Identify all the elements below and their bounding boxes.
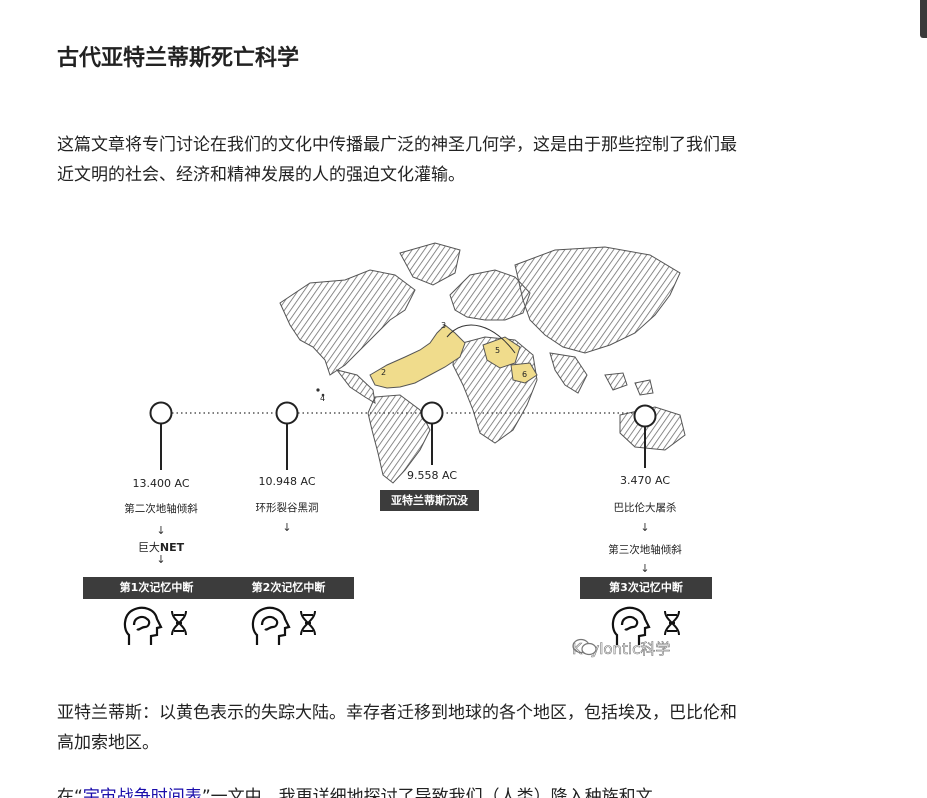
timeline-node-2 bbox=[275, 401, 299, 425]
timeline-node-3 bbox=[420, 401, 444, 425]
memory-break-bar-3: 第3次记忆中断 bbox=[580, 577, 712, 599]
next-paragraph-suffix: ”一文中，我更详细地探讨了导致我们（人类）降入种族和文 bbox=[201, 787, 653, 798]
head-brain-icon bbox=[123, 606, 163, 645]
next-paragraph: 在“宇宙战争时间表”一文中，我更详细地探讨了导致我们（人类）降入种族和文 bbox=[57, 782, 747, 798]
atlantis-continent bbox=[369, 324, 466, 389]
map-label-3: 3 bbox=[441, 321, 446, 330]
world-map-illustration: 2 3 4 5 6 bbox=[123, 242, 686, 645]
timeline-date-2: 10.948 AC bbox=[258, 475, 316, 488]
intro-paragraph: 这篇文章将专门讨论在我们的文化中传播最广泛的神圣几何学，这是由于那些控制了我们最… bbox=[57, 135, 737, 185]
next-paragraph-prefix: 在“ bbox=[57, 787, 83, 798]
greenland-landmass bbox=[399, 242, 461, 286]
timeline-node-4 bbox=[633, 404, 657, 428]
timeline-node-1 bbox=[149, 401, 173, 425]
dna-icon bbox=[664, 610, 680, 636]
arrow-down-icon: ↓ bbox=[640, 521, 650, 534]
timeline-event-4: 巴比伦大屠杀 bbox=[613, 502, 677, 514]
asia-landmass bbox=[514, 246, 681, 354]
arrow-down-icon: ↓ bbox=[156, 524, 166, 537]
timeline-event-1: 第二次地轴倾斜 bbox=[124, 503, 198, 515]
timeline-date-1: 13.400 AC bbox=[132, 477, 190, 490]
watermark: Keylontic科学 bbox=[572, 638, 671, 659]
timeline-article-link[interactable]: 宇宙战争时间表 bbox=[83, 787, 202, 798]
map-label-6: 6 bbox=[522, 370, 527, 379]
memory-break-bar-1: 第1次记忆中断 bbox=[83, 577, 230, 599]
island-dot bbox=[321, 393, 325, 397]
memory-break-bar-2: 第2次记忆中断 bbox=[223, 577, 354, 599]
central-america-landmass bbox=[335, 369, 376, 404]
atlantis-sinking-bar: 亚特兰蒂斯沉没 bbox=[380, 490, 479, 511]
arrow-down-icon: ↓ bbox=[640, 562, 650, 575]
arrow-down-icon: ↓ bbox=[282, 521, 292, 534]
timeline-event-2: 环形裂谷黑洞 bbox=[255, 502, 319, 514]
island-dot bbox=[316, 388, 320, 392]
timeline-date-4: 3.470 AC bbox=[620, 474, 670, 487]
caption-paragraph: 亚特兰蒂斯：以黄色表示的失踪大陆。幸存者迁移到地球的各个地区，包括埃及，巴比伦和… bbox=[57, 703, 737, 753]
map-label-2: 2 bbox=[381, 368, 386, 377]
scrollbar-thumb[interactable] bbox=[920, 0, 927, 38]
islands-landmass bbox=[604, 372, 654, 396]
wechat-icon bbox=[572, 638, 597, 656]
atlantis-timeline-figure: 2 3 4 5 6 13.400 AC 第二次地轴倾斜 ↓ 巨大NET ↓ 第1… bbox=[75, 225, 735, 670]
arrow-down-icon: ↓ bbox=[156, 553, 166, 566]
india-landmass bbox=[549, 352, 588, 394]
dna-icon bbox=[171, 610, 187, 636]
head-brain-icon bbox=[251, 606, 291, 645]
article-page: 古代亚特兰蒂斯死亡科学 这篇文章将专门讨论在我们的文化中传播最广泛的神圣几何学，… bbox=[0, 0, 927, 798]
north-america-landmass bbox=[279, 269, 416, 376]
article-title: 古代亚特兰蒂斯死亡科学 bbox=[57, 46, 300, 71]
map-label-5: 5 bbox=[495, 346, 500, 355]
dna-icon bbox=[300, 610, 316, 636]
third-tilt-label: 第三次地轴倾斜 bbox=[608, 544, 682, 556]
timeline-date-3: 9.558 AC bbox=[407, 469, 457, 482]
